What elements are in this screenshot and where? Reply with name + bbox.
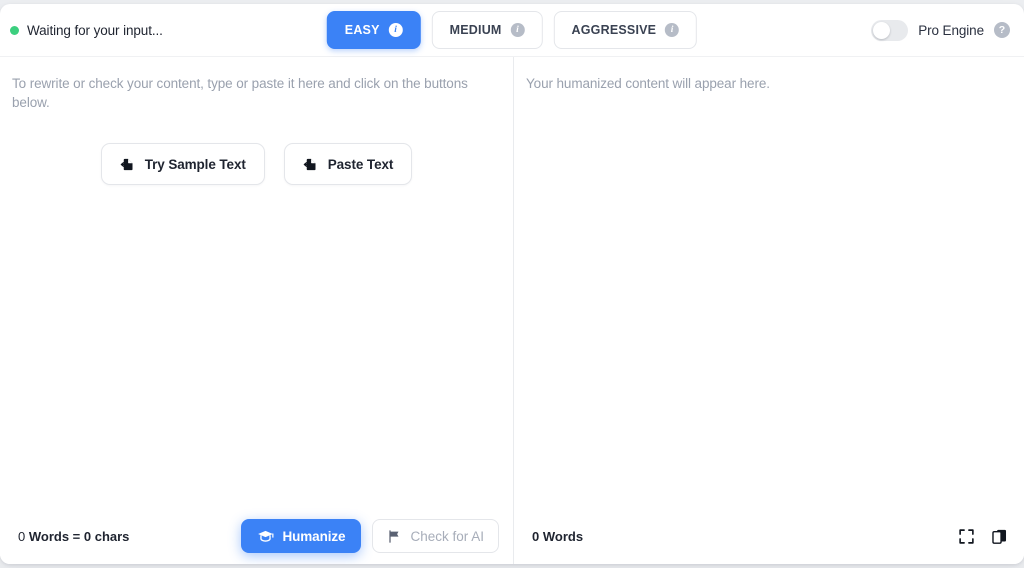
mode-selector: EASY i MEDIUM i AGGRESSIVE i (327, 11, 697, 49)
paste-text-label: Paste Text (328, 157, 394, 172)
copy-icon (991, 528, 1008, 545)
input-word-count-number: 0 (18, 529, 25, 544)
status-text: Waiting for your input... (27, 23, 163, 38)
input-placeholder: To rewrite or check your content, type o… (12, 75, 499, 113)
copy-button[interactable] (988, 525, 1010, 547)
pro-engine-control: Pro Engine ? (871, 20, 1010, 41)
mode-label-aggressive: AGGRESSIVE (572, 23, 657, 37)
input-panel: To rewrite or check your content, type o… (0, 57, 513, 564)
mode-label-easy: EASY (345, 23, 380, 37)
info-icon-easy[interactable]: i (389, 23, 403, 37)
input-word-count: 0 Words = 0 chars (18, 529, 129, 544)
graduation-cap-icon (257, 528, 274, 545)
pro-engine-toggle[interactable] (871, 20, 908, 41)
mode-button-easy[interactable]: EASY i (327, 11, 421, 49)
output-word-count: 0 Words (532, 529, 583, 544)
flag-icon (387, 529, 402, 544)
input-quick-actions: Try Sample Text Paste Text (0, 143, 513, 185)
import-file-icon (120, 157, 135, 172)
pro-engine-label: Pro Engine (918, 23, 984, 38)
toggle-knob (873, 22, 890, 39)
paste-icon (303, 157, 318, 172)
output-footer-actions (955, 525, 1010, 547)
humanize-label: Humanize (282, 529, 345, 544)
input-footer: 0 Words = 0 chars Humanize (0, 508, 513, 564)
output-placeholder: Your humanized content will appear here. (526, 75, 1010, 94)
mode-button-medium[interactable]: MEDIUM i (432, 11, 543, 49)
check-for-ai-label: Check for AI (410, 529, 484, 544)
info-icon-aggressive[interactable]: i (665, 23, 679, 37)
expand-icon (958, 528, 975, 545)
mode-label-medium: MEDIUM (450, 23, 502, 37)
mode-button-aggressive[interactable]: AGGRESSIVE i (554, 11, 698, 49)
output-word-count-label: 0 Words (532, 529, 583, 544)
app-header: Waiting for your input... EASY i MEDIUM … (0, 4, 1024, 57)
try-sample-text-button[interactable]: Try Sample Text (101, 143, 265, 185)
input-footer-actions: Humanize Check for AI (241, 519, 499, 553)
output-panel: Your humanized content will appear here.… (513, 57, 1024, 564)
output-textarea[interactable]: Your humanized content will appear here. (514, 57, 1024, 508)
status-indicator: Waiting for your input... (10, 23, 163, 38)
status-dot-icon (10, 26, 19, 35)
input-word-count-label: Words = 0 chars (29, 529, 130, 544)
help-icon[interactable]: ? (994, 22, 1010, 38)
editor-body: To rewrite or check your content, type o… (0, 57, 1024, 564)
humanize-button[interactable]: Humanize (241, 519, 361, 553)
app-window: Waiting for your input... EASY i MEDIUM … (0, 4, 1024, 564)
expand-button[interactable] (955, 525, 977, 547)
try-sample-text-label: Try Sample Text (145, 157, 246, 172)
input-textarea[interactable]: To rewrite or check your content, type o… (0, 57, 513, 508)
info-icon-medium[interactable]: i (511, 23, 525, 37)
check-for-ai-button[interactable]: Check for AI (372, 519, 499, 553)
output-footer: 0 Words (514, 508, 1024, 564)
paste-text-button[interactable]: Paste Text (284, 143, 413, 185)
